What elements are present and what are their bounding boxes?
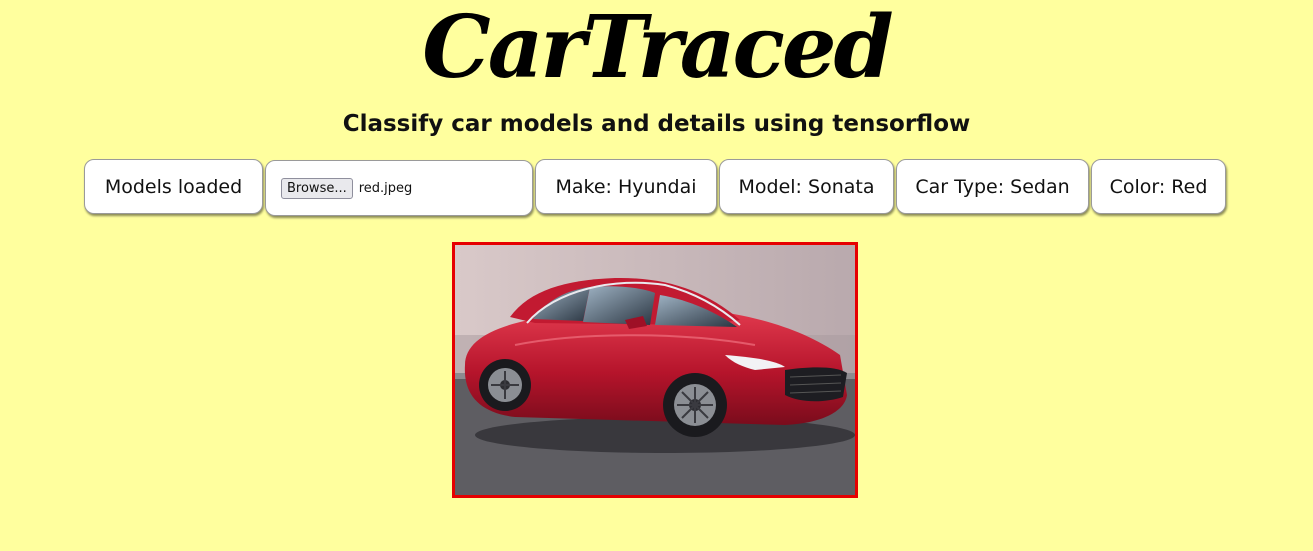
color-result: Color: Red — [1091, 159, 1226, 214]
color-label: Color: Red — [1109, 175, 1208, 198]
app-title: CarTraced — [422, 0, 893, 98]
model-label: Model: Sonata — [738, 175, 875, 198]
models-status-label: Models loaded — [104, 175, 243, 198]
car-type-label: Car Type: Sedan — [915, 175, 1070, 198]
page-subtitle: Classify car models and details using te… — [342, 111, 971, 137]
make-result: Make: Hyundai — [535, 159, 717, 214]
selected-file-name: red.jpeg — [358, 180, 413, 196]
car-illustration — [455, 245, 855, 495]
models-status-badge: Models loaded — [84, 159, 263, 214]
browse-button[interactable]: Browse... — [281, 177, 353, 199]
car-type-result: Car Type: Sedan — [896, 159, 1089, 214]
uploaded-car-photo — [452, 242, 858, 498]
make-label: Make: Hyundai — [555, 175, 697, 198]
file-upload-field[interactable]: Browse... red.jpeg — [265, 160, 533, 216]
model-result: Model: Sonata — [719, 159, 894, 214]
